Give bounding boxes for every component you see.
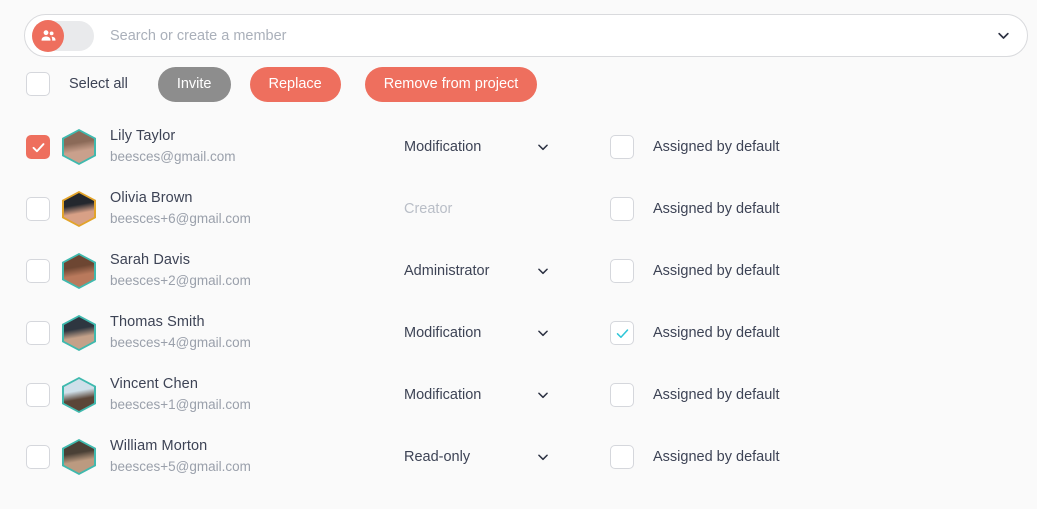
role-value: Modification (404, 387, 482, 403)
assigned-by-default-label: Assigned by default (653, 387, 780, 403)
assigned-by-default-checkbox[interactable] (610, 383, 634, 407)
remove-from-project-button[interactable]: Remove from project (364, 66, 538, 102)
assigned-by-default-cell: Assigned by default (610, 426, 780, 488)
member-row: Vincent Chen beesces+1@gmail.com Modificat… (0, 364, 1037, 426)
member-email: beesces+5@gmail.com (110, 459, 251, 475)
member-identity: Sarah Davis beesces+2@gmail.com (110, 252, 360, 289)
assigned-by-default-label: Assigned by default (653, 201, 780, 217)
member-row: William Morton beesces+5@gmail.com Read-on… (0, 426, 1037, 488)
member-name: Vincent Chen (110, 376, 198, 393)
assigned-by-default-cell: Assigned by default (610, 364, 780, 426)
role-value: Modification (404, 325, 482, 341)
member-select-checkbox[interactable] (26, 259, 50, 283)
assigned-by-default-label: Assigned by default (653, 263, 780, 279)
chevron-down-icon[interactable] (534, 386, 552, 404)
avatar (62, 253, 96, 289)
avatar (62, 439, 96, 475)
search-input[interactable] (108, 15, 983, 56)
member-row: Lily Taylor beesces@gmail.com Modification… (0, 116, 1037, 178)
member-email: beesces+1@gmail.com (110, 397, 251, 413)
search-box[interactable] (24, 14, 1028, 57)
member-email: beesces+2@gmail.com (110, 273, 251, 289)
assigned-by-default-label: Assigned by default (653, 449, 780, 465)
select-all-label: Select all (69, 76, 128, 92)
search-row (24, 14, 1028, 57)
member-identity: Lily Taylor beesces@gmail.com (110, 128, 360, 165)
assigned-by-default-checkbox[interactable] (610, 135, 634, 159)
role-value: Creator (404, 201, 453, 217)
role-value: Administrator (404, 263, 490, 279)
member-row: Olivia Brown beesces+6@gmail.com Creator As… (0, 178, 1037, 240)
action-toolbar: Select all Invite Replace Remove from pr… (26, 66, 538, 102)
assigned-by-default-cell: Assigned by default (610, 240, 780, 302)
member-mode-toggle[interactable] (32, 19, 94, 52)
member-management-panel: Select all Invite Replace Remove from pr… (0, 0, 1037, 509)
member-select-checkbox[interactable] (26, 321, 50, 345)
member-list: Lily Taylor beesces@gmail.com Modification… (0, 116, 1037, 488)
role-select[interactable]: Modification (404, 116, 564, 178)
member-select-checkbox[interactable] (26, 197, 50, 221)
role-select[interactable]: Modification (404, 364, 564, 426)
assigned-by-default-label: Assigned by default (653, 139, 780, 155)
role-select: Creator (404, 178, 564, 240)
role-select[interactable]: Modification (404, 302, 564, 364)
member-row: Thomas Smith beesces+4@gmail.com Modificat… (0, 302, 1037, 364)
member-name: Sarah Davis (110, 252, 191, 269)
assigned-by-default-cell: Assigned by default (610, 116, 780, 178)
avatar (62, 129, 96, 165)
member-email: beesces+4@gmail.com (110, 335, 251, 351)
chevron-down-icon[interactable] (534, 448, 552, 466)
member-identity: Olivia Brown beesces+6@gmail.com (110, 190, 360, 227)
member-select-checkbox[interactable] (26, 445, 50, 469)
invite-button[interactable]: Invite (157, 66, 231, 102)
chevron-down-icon[interactable] (534, 324, 552, 342)
member-email: beesces+6@gmail.com (110, 211, 251, 227)
chevron-down-icon[interactable] (534, 138, 552, 156)
people-icon (32, 19, 64, 52)
member-email: beesces@gmail.com (110, 149, 236, 165)
select-all-checkbox[interactable] (26, 72, 50, 96)
assigned-by-default-checkbox[interactable] (610, 197, 634, 221)
role-value: Read-only (404, 449, 471, 465)
member-select-checkbox[interactable] (26, 135, 50, 159)
avatar (62, 377, 96, 413)
member-identity: Thomas Smith beesces+4@gmail.com (110, 314, 360, 351)
avatar (62, 315, 96, 351)
member-identity: Vincent Chen beesces+1@gmail.com (110, 376, 360, 413)
member-row: Sarah Davis beesces+2@gmail.com Administra… (0, 240, 1037, 302)
assigned-by-default-checkbox[interactable] (610, 445, 634, 469)
chevron-down-icon[interactable] (983, 14, 1023, 57)
member-name: Thomas Smith (110, 314, 205, 331)
assigned-by-default-checkbox[interactable] (610, 259, 634, 283)
chevron-down-icon[interactable] (534, 262, 552, 280)
role-select[interactable]: Administrator (404, 240, 564, 302)
member-select-checkbox[interactable] (26, 383, 50, 407)
assigned-by-default-cell: Assigned by default (610, 178, 780, 240)
member-name: Lily Taylor (110, 128, 176, 145)
assigned-by-default-label: Assigned by default (653, 325, 780, 341)
role-value: Modification (404, 139, 482, 155)
assigned-by-default-cell: Assigned by default (610, 302, 780, 364)
replace-button[interactable]: Replace (249, 66, 341, 102)
role-select[interactable]: Read-only (404, 426, 564, 488)
avatar (62, 191, 96, 227)
member-name: Olivia Brown (110, 190, 193, 207)
member-identity: William Morton beesces+5@gmail.com (110, 438, 360, 475)
member-name: William Morton (110, 438, 208, 455)
assigned-by-default-checkbox[interactable] (610, 321, 634, 345)
